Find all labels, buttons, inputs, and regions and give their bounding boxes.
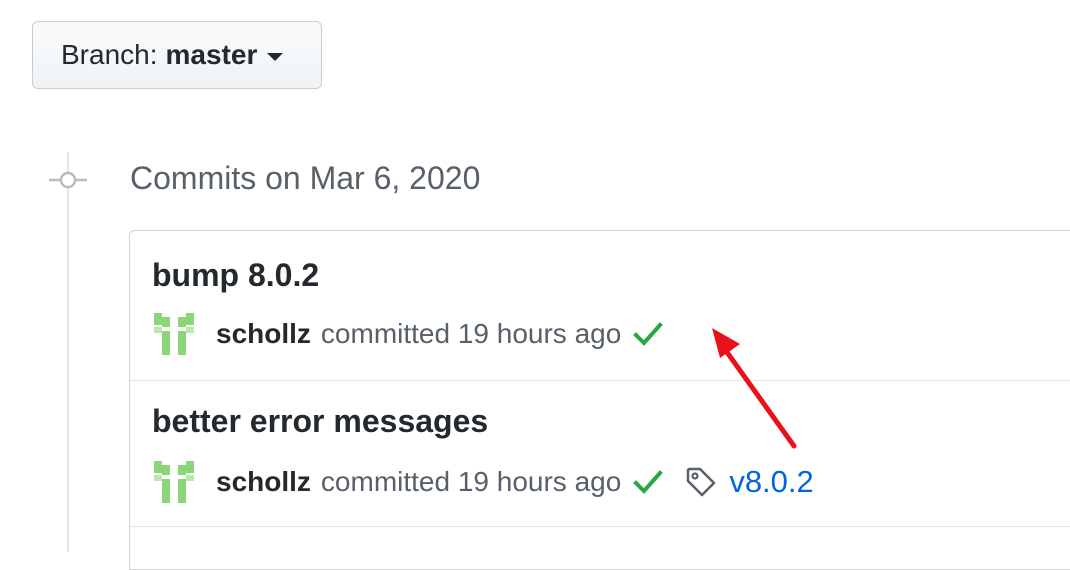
commit-meta: schollz committed 19 hours ago v8.0.2	[154, 461, 814, 503]
commit-time: committed 19 hours ago	[320, 318, 622, 349]
commit-row: bump 8.0.2 schollz committed 19 hours ag…	[130, 231, 1070, 381]
author-link[interactable]: schollz	[216, 318, 311, 350]
check-icon[interactable]	[633, 321, 664, 347]
author-link[interactable]: schollz	[216, 466, 311, 498]
timeline-line	[67, 152, 69, 552]
branch-name: master	[165, 39, 258, 70]
git-commit-icon	[49, 171, 87, 189]
annotation-arrow-icon	[712, 328, 797, 449]
commits-date-header: Commits on Mar 6, 2020	[130, 160, 481, 196]
check-icon[interactable]	[633, 469, 664, 495]
branch-select-button[interactable]: Branch: master	[32, 21, 322, 89]
tag-link[interactable]: v8.0.2	[729, 464, 813, 500]
tag-icon	[687, 467, 716, 497]
avatar[interactable]	[154, 313, 194, 355]
avatar[interactable]	[154, 461, 194, 503]
commit-title-link[interactable]: bump 8.0.2	[152, 257, 319, 294]
commit-title-link[interactable]: better error messages	[152, 403, 488, 440]
branch-label: Branch:	[61, 39, 158, 70]
caret-down-icon	[267, 53, 284, 61]
commit-row: better error messages schollz committed …	[130, 381, 1070, 527]
commit-list: bump 8.0.2 schollz committed 19 hours ag…	[129, 230, 1070, 570]
commit-meta: schollz committed 19 hours ago	[154, 313, 664, 355]
commit-time: committed 19 hours ago	[320, 466, 622, 497]
